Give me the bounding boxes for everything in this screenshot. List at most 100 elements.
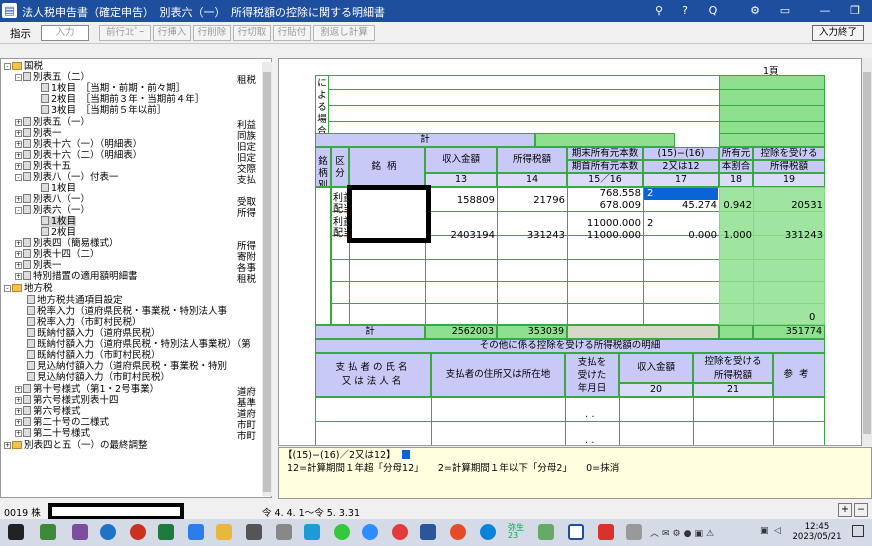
expand-icon[interactable]: + bbox=[15, 196, 22, 203]
zoom-app-icon[interactable] bbox=[362, 524, 378, 540]
tray-icons[interactable]: ︿✉⚙●▣⚠ bbox=[650, 526, 717, 539]
tree-item[interactable]: 既納付額入力（道府県民税・特別法人事業税）（第 bbox=[27, 339, 251, 350]
tree-item[interactable]: 2枚目 ［当期前３年・当期前４年］ bbox=[41, 94, 204, 105]
tree-item[interactable]: 既納付額入力（市町村民税） bbox=[27, 350, 161, 361]
tree-item[interactable]: 地方税共通項目設定 bbox=[27, 295, 123, 306]
income-amount-cell[interactable]: 158809 bbox=[427, 195, 495, 206]
tree-item[interactable]: + 第六号様式 bbox=[15, 406, 81, 417]
expand-icon[interactable]: + bbox=[15, 408, 22, 415]
expand-icon[interactable]: + bbox=[4, 442, 11, 449]
tree-item[interactable]: 2枚目 bbox=[41, 227, 76, 238]
zoom-out-icon[interactable]: − bbox=[854, 503, 868, 517]
tree-item[interactable]: - 別表五（二） bbox=[15, 72, 90, 83]
tree-item[interactable]: + 第六号様式別表十四 bbox=[15, 395, 119, 406]
excel-icon[interactable] bbox=[158, 524, 174, 540]
tax-amount-cell[interactable]: 331243 bbox=[499, 230, 565, 241]
expand-icon[interactable]: + bbox=[15, 430, 22, 437]
chrome-icon[interactable] bbox=[450, 524, 466, 540]
active-app-icon[interactable] bbox=[568, 524, 584, 540]
tree-item[interactable]: + 別表五（一） bbox=[15, 117, 90, 128]
allocate-calc-button[interactable]: 割返し計算 bbox=[313, 25, 375, 41]
tree-item[interactable]: 1枚目 bbox=[41, 183, 76, 194]
settings-icon[interactable]: ⚙ bbox=[746, 3, 764, 19]
yayoi-icon[interactable]: 弥生23 bbox=[508, 524, 530, 540]
qa-icon[interactable]: Q bbox=[704, 3, 722, 19]
input-mode-box[interactable]: 入力 bbox=[41, 25, 89, 41]
expand-icon[interactable]: + bbox=[15, 141, 22, 148]
finish-input-button[interactable]: 入力終了 bbox=[812, 25, 864, 41]
network-icon[interactable]: ▣ bbox=[760, 526, 769, 536]
minimize-icon[interactable]: — bbox=[816, 3, 834, 19]
tree-item[interactable]: 税率入力（市町村民税） bbox=[27, 317, 142, 328]
zoom-in-icon[interactable]: + bbox=[838, 503, 852, 517]
expand-icon[interactable]: + bbox=[15, 119, 22, 126]
expand-icon[interactable]: + bbox=[15, 273, 22, 280]
word-icon[interactable] bbox=[420, 524, 436, 540]
app-taskbar-icon[interactable] bbox=[276, 524, 292, 540]
restore-icon[interactable]: ❐ bbox=[846, 3, 864, 19]
collapse-icon[interactable]: - bbox=[4, 285, 11, 292]
divisor-cell[interactable]: 2 bbox=[647, 218, 653, 229]
pdf-icon[interactable] bbox=[598, 524, 614, 540]
expand-icon[interactable]: + bbox=[15, 419, 22, 426]
tree-item[interactable]: - 別表六（一） bbox=[15, 205, 90, 216]
tree-item[interactable]: 見込納付額入力（市町村民税） bbox=[27, 372, 170, 383]
app-taskbar-icon[interactable] bbox=[246, 524, 262, 540]
tree-item[interactable]: 3枚目 ［当期前５年以前］ bbox=[41, 105, 166, 116]
tree-item[interactable]: + 別表一 bbox=[15, 128, 62, 139]
form-scrollbar[interactable] bbox=[862, 58, 872, 446]
insert-row-button[interactable]: 行挿入 bbox=[153, 25, 191, 41]
date-placeholder[interactable]: . . bbox=[585, 435, 595, 445]
start-icon[interactable] bbox=[8, 524, 24, 540]
collapse-icon[interactable]: - bbox=[15, 174, 22, 181]
notification-icon[interactable] bbox=[852, 525, 864, 537]
tree-item[interactable]: + 別表十六（一）（明細表） bbox=[15, 139, 142, 150]
scroll-thumb[interactable] bbox=[263, 72, 271, 492]
tree-item[interactable]: 税率入力（道府県民税・事業税・特別法人事 bbox=[27, 306, 227, 317]
tree-item[interactable]: 見込納付額入力（道府県民税・事業税・特別 bbox=[27, 361, 227, 372]
tree-item[interactable]: + 別表四と五（一）の最終調整 bbox=[4, 440, 148, 451]
tree-item[interactable]: + 第十号様式（第1・2号事業） bbox=[15, 384, 159, 395]
tree-scrollbar[interactable] bbox=[262, 62, 272, 496]
expand-icon[interactable]: + bbox=[15, 163, 22, 170]
tree-item[interactable]: 既納付額入力（道府県民税） bbox=[27, 328, 161, 339]
collapse-icon[interactable]: - bbox=[4, 63, 11, 70]
scroll-thumb[interactable] bbox=[863, 72, 871, 434]
app-taskbar-icon[interactable] bbox=[40, 524, 56, 540]
app-taskbar-icon[interactable] bbox=[392, 524, 408, 540]
volume-icon[interactable]: ◁ bbox=[774, 526, 781, 536]
display-icon[interactable]: ▭ bbox=[776, 3, 794, 19]
selected-divisor-cell[interactable]: 2 bbox=[644, 188, 718, 200]
browser-icon[interactable] bbox=[100, 524, 116, 540]
expand-icon[interactable]: + bbox=[15, 251, 22, 258]
line-icon[interactable] bbox=[334, 524, 350, 540]
app-taskbar-icon[interactable] bbox=[538, 524, 554, 540]
expand-icon[interactable]: + bbox=[15, 262, 22, 269]
edge-icon[interactable] bbox=[480, 524, 496, 540]
tree-item[interactable]: + 別表四（簡易様式） bbox=[15, 238, 119, 249]
collapse-icon[interactable]: - bbox=[15, 74, 22, 81]
paste-row-button[interactable]: 行貼付 bbox=[273, 25, 311, 41]
tree-item[interactable]: 1枚目 ［当期・前期・前々期］ bbox=[41, 83, 185, 94]
help-icon[interactable]: ? bbox=[676, 3, 694, 19]
tree-item[interactable]: - 国税 bbox=[4, 61, 43, 72]
begin-principal-cell[interactable]: 11000.000 bbox=[569, 230, 641, 241]
clock[interactable]: 12:45 2023/05/21 bbox=[792, 522, 842, 542]
app-taskbar-icon[interactable] bbox=[130, 524, 146, 540]
begin-principal-cell[interactable]: 678.009 bbox=[569, 200, 641, 211]
end-principal-cell[interactable]: 768.558 bbox=[569, 188, 641, 199]
income-amount-cell[interactable]: 2403194 bbox=[427, 230, 495, 241]
app-taskbar-icon[interactable] bbox=[626, 524, 642, 540]
copy-prev-row-button[interactable]: 前行ｺﾋﾟｰ bbox=[99, 25, 151, 41]
tree-item[interactable]: - 地方税 bbox=[4, 283, 53, 294]
tree-item[interactable]: - 別表八（一）付表一 bbox=[15, 172, 119, 183]
dropbox-icon[interactable] bbox=[188, 524, 204, 540]
search-icon[interactable]: ⚲ bbox=[650, 3, 668, 19]
app-taskbar-icon[interactable] bbox=[72, 524, 88, 540]
tax-amount-cell[interactable]: 21796 bbox=[499, 195, 565, 206]
date-placeholder[interactable]: . . bbox=[585, 409, 595, 420]
tree-item[interactable]: + 第二十号様式 bbox=[15, 428, 90, 439]
end-principal-cell[interactable]: 11000.000 bbox=[569, 218, 641, 229]
folder-taskbar-icon[interactable] bbox=[216, 524, 232, 540]
expand-icon[interactable]: + bbox=[15, 130, 22, 137]
